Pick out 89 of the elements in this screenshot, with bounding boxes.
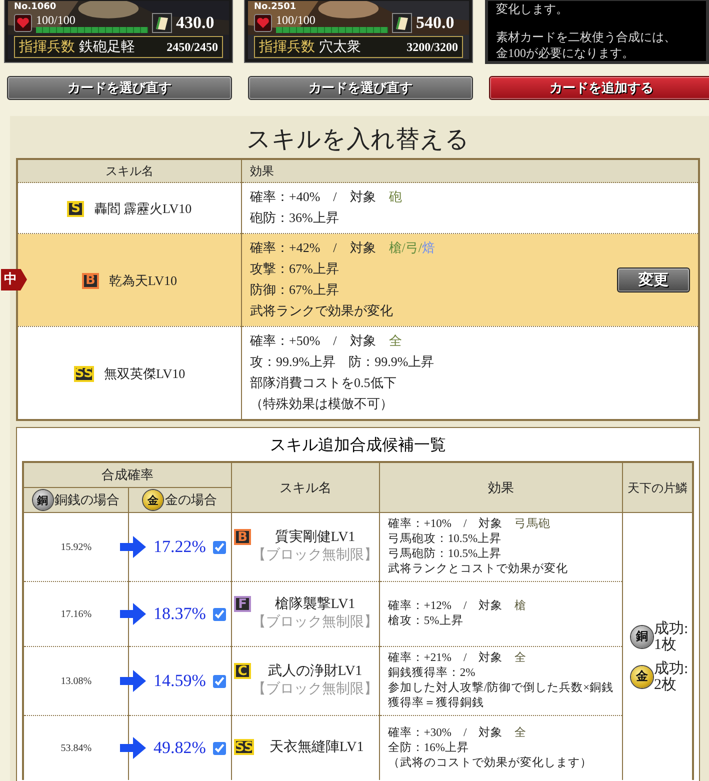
- effect-line: 確率：+12% / 対象 槍: [388, 599, 528, 614]
- rank-badge: B: [234, 529, 252, 545]
- card-number: No.2501: [254, 2, 298, 13]
- hp-value: 100/100: [276, 12, 316, 26]
- troop-label: 指揮兵数: [19, 38, 75, 56]
- info-text: 金100が必要になります。: [496, 45, 635, 61]
- effect-line: 武将ランクとコストで効果が変化: [388, 562, 569, 577]
- checkbox[interactable]: [213, 540, 226, 554]
- info-text: 素材カードを二枚使う合成には、: [496, 29, 677, 45]
- scroll-icon: [152, 13, 172, 33]
- column-header: 銅銭の場合: [54, 491, 120, 509]
- reward-text: 成功:1枚: [654, 620, 690, 652]
- column-header: 天下の片鱗: [622, 462, 693, 512]
- base-rate: 15.92%: [60, 542, 92, 552]
- effect-line: 確率：+50% / 対象 全: [250, 332, 402, 350]
- premium-rate: 18.37%: [152, 604, 207, 624]
- reward-text: 成功:2枚: [654, 660, 690, 692]
- troop-type: 穴太衆: [319, 38, 362, 56]
- troop-count: 2450/2450: [166, 40, 218, 55]
- block-note: 【ブロック無制限】: [251, 547, 379, 565]
- scroll-icon: [392, 13, 412, 33]
- skill-name: 乾為天LV10: [108, 272, 178, 290]
- effect-line: 確率：+30% / 対象 全: [388, 726, 528, 740]
- effect-line: 攻撃：67%上昇: [250, 260, 339, 278]
- effect-line: 確率：+10% / 対象 弓馬砲: [388, 517, 552, 532]
- column-header: 効果: [379, 462, 622, 512]
- premium-rate: 14.59%: [152, 671, 207, 691]
- effect-line: 砲防：36%上昇: [250, 209, 339, 227]
- column-header: スキル名: [17, 159, 242, 182]
- troop-type: 鉄砲足軽: [79, 38, 136, 56]
- skill-name: 質実剛健LV1: [274, 529, 356, 547]
- skill-name: 轟閻 霹靂火LV10: [94, 200, 192, 218]
- effect-line: 弓馬砲防：10.5%上昇: [388, 547, 503, 562]
- effect-line: 確率：+42% / 対象 槍/弓/焙: [250, 239, 436, 257]
- cost-value: 540.0: [416, 13, 454, 33]
- arrow-icon: [120, 536, 146, 558]
- effect-line: 部隊消費コストを0.5低下: [250, 374, 396, 392]
- effect-line: 確率：+21% / 対象 全: [388, 651, 528, 666]
- arrow-icon: [120, 670, 146, 692]
- cost-value: 430.0: [176, 13, 214, 33]
- effect-line: 槍攻：5%上昇: [388, 614, 464, 629]
- section-title: スキルを入れ替える: [246, 126, 470, 155]
- block-note: 【ブロック無制限】: [251, 681, 379, 699]
- column-header: 金の場合: [165, 491, 218, 509]
- skill-name: 武人の浄財LV1: [266, 663, 364, 681]
- effect-line: 銅銭獲得率：2%: [388, 666, 476, 681]
- effect-line: 参加した対人攻撃/防御で倒した兵数×銅銭獲得率＝獲得銅銭: [388, 681, 615, 711]
- hp-value: 100/100: [36, 12, 76, 26]
- troop-count: 3200/3200: [406, 40, 458, 55]
- base-rate: 53.84%: [60, 742, 92, 754]
- info-text: 変化します。: [496, 1, 569, 17]
- arrow-icon: [120, 737, 146, 759]
- coin-icon: 銅: [631, 626, 653, 648]
- effect-line: 弓馬砲攻：10.5%上昇: [388, 532, 503, 547]
- block-note: 【ブロック無制限】: [251, 614, 379, 632]
- skill-name: 無双英傑LV10: [104, 365, 186, 383]
- card-number: No.1060: [14, 2, 58, 13]
- effect-line: 武将ランクで効果が変化: [250, 302, 393, 320]
- reselect-button[interactable]: カードを選び直す: [7, 76, 232, 100]
- effect-line: 全防：16%上昇: [388, 740, 470, 756]
- premium-rate: 17.22%: [152, 537, 207, 557]
- base-rate: 13.08%: [60, 676, 92, 686]
- coin-icon: 金: [631, 666, 653, 688]
- base-rate: 17.16%: [60, 608, 92, 620]
- rank-badge: SS: [234, 739, 254, 755]
- premium-rate: 49.82%: [152, 738, 207, 758]
- effect-line: 防御：67%上昇: [250, 281, 339, 299]
- effect-line: 攻：99.9%上昇 防：99.9%上昇: [250, 353, 434, 371]
- arrow-icon: [120, 603, 146, 625]
- checkbox[interactable]: [213, 742, 226, 754]
- column-header: 合成確率: [23, 462, 232, 488]
- troop-label: 指揮兵数: [259, 38, 315, 56]
- checkbox[interactable]: [213, 674, 226, 688]
- reselect-button[interactable]: カードを選び直す: [248, 76, 473, 100]
- checkbox[interactable]: [213, 608, 226, 620]
- coin-icon: 金: [143, 490, 164, 510]
- rank-badge: F: [234, 596, 252, 612]
- add-card-button[interactable]: カードを追加する: [489, 76, 709, 100]
- column-header: 効果: [242, 159, 699, 182]
- effect-line: （武将のコストで効果が変化します）: [388, 756, 593, 770]
- rank-badge: C: [234, 663, 252, 679]
- skill-name: 天衣無縫陣LV1: [268, 739, 365, 757]
- effect-line: （特殊効果は模倣不可）: [250, 395, 393, 413]
- coin-icon: 銅: [32, 490, 53, 510]
- change-button[interactable]: 変更: [617, 268, 690, 292]
- skill-name: 槍隊襲撃LV1: [274, 596, 356, 614]
- section-title: スキル追加合成候補一覧: [269, 436, 447, 456]
- effect-line: 確率：+40% / 対象 砲: [250, 188, 402, 206]
- column-header: スキル名: [232, 462, 380, 512]
